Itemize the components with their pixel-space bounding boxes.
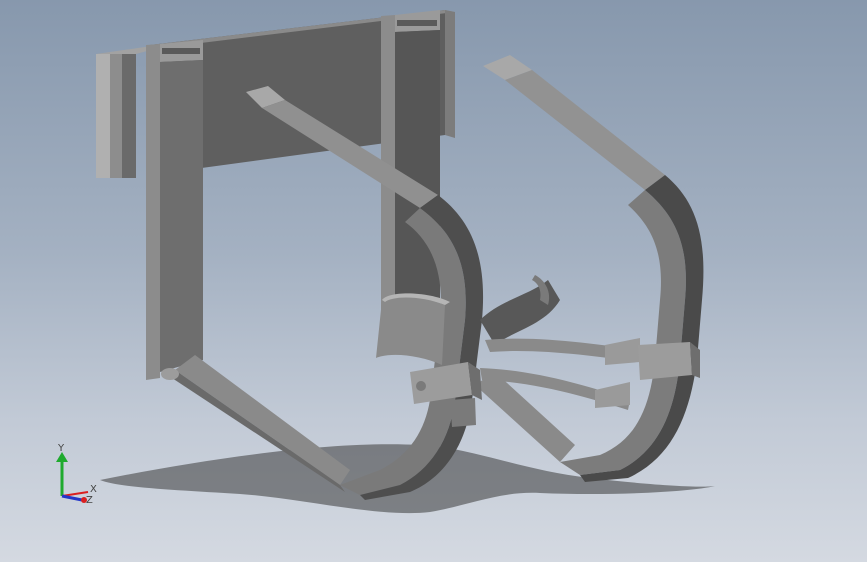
right-u-frame[interactable]: [475, 55, 704, 482]
z-axis-label: Z: [86, 495, 93, 506]
cad-viewport[interactable]: Y X Z: [0, 0, 867, 562]
collar-ring[interactable]: [376, 293, 450, 365]
x-axis-label: X: [90, 484, 97, 495]
y-axis-arrow: [56, 452, 68, 496]
right-clamp-block[interactable]: [638, 342, 700, 380]
z-axis-arrow: [61, 494, 87, 503]
coordinate-triad: Y X Z: [56, 443, 97, 506]
left-post[interactable]: [146, 40, 203, 380]
3d-model-scene[interactable]: [0, 0, 867, 562]
y-axis-label: Y: [57, 443, 65, 454]
